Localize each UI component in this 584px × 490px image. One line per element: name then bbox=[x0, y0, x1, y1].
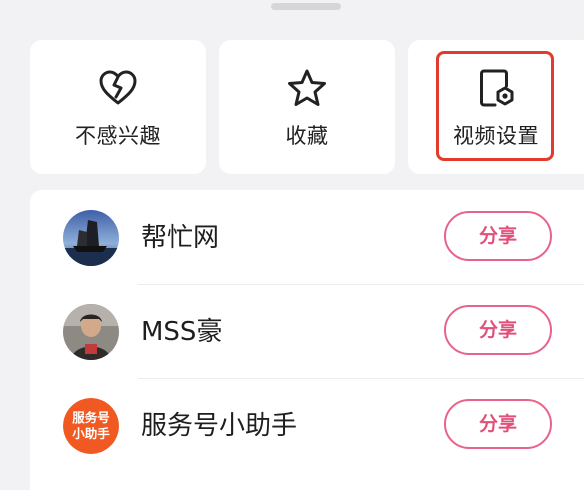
share-target-list: 帮忙网 分享 MSS豪 分享 服务号 小助手 服务号小助手 分享 bbox=[30, 190, 584, 490]
share-target-row[interactable]: 帮忙网 分享 bbox=[30, 190, 584, 284]
share-button[interactable]: 分享 bbox=[444, 211, 552, 261]
share-sheet: 不感兴趣 收藏 视频设置 帮忙网 分享 MSS豪 分享 服务号 小助手 服务号小… bbox=[0, 0, 584, 490]
star-icon bbox=[288, 69, 326, 106]
share-target-row[interactable]: 服务号 小助手 服务号小助手 分享 bbox=[30, 378, 584, 472]
service-badge-avatar: 服务号 小助手 bbox=[63, 398, 119, 454]
share-button[interactable]: 分享 bbox=[444, 399, 552, 449]
not-interested-button[interactable]: 不感兴趣 bbox=[30, 40, 206, 174]
highlight-box bbox=[436, 51, 554, 161]
favorite-label: 收藏 bbox=[285, 124, 329, 148]
share-target-name: 服务号小助手 bbox=[141, 411, 298, 441]
not-interested-label: 不感兴趣 bbox=[75, 124, 161, 148]
favorite-button[interactable]: 收藏 bbox=[219, 40, 395, 174]
broken-heart-icon bbox=[99, 70, 137, 105]
avatar-badge-line: 小助手 bbox=[72, 426, 110, 441]
share-target-row[interactable]: MSS豪 分享 bbox=[30, 284, 584, 378]
sea-boat-photo-avatar bbox=[63, 210, 119, 266]
avatar-badge-line: 服务号 bbox=[72, 410, 110, 425]
person-photo-avatar bbox=[63, 304, 119, 360]
share-target-name: MSS豪 bbox=[141, 317, 223, 347]
drag-handle[interactable] bbox=[271, 3, 341, 10]
share-target-name: 帮忙网 bbox=[141, 223, 220, 253]
share-button[interactable]: 分享 bbox=[444, 305, 552, 355]
